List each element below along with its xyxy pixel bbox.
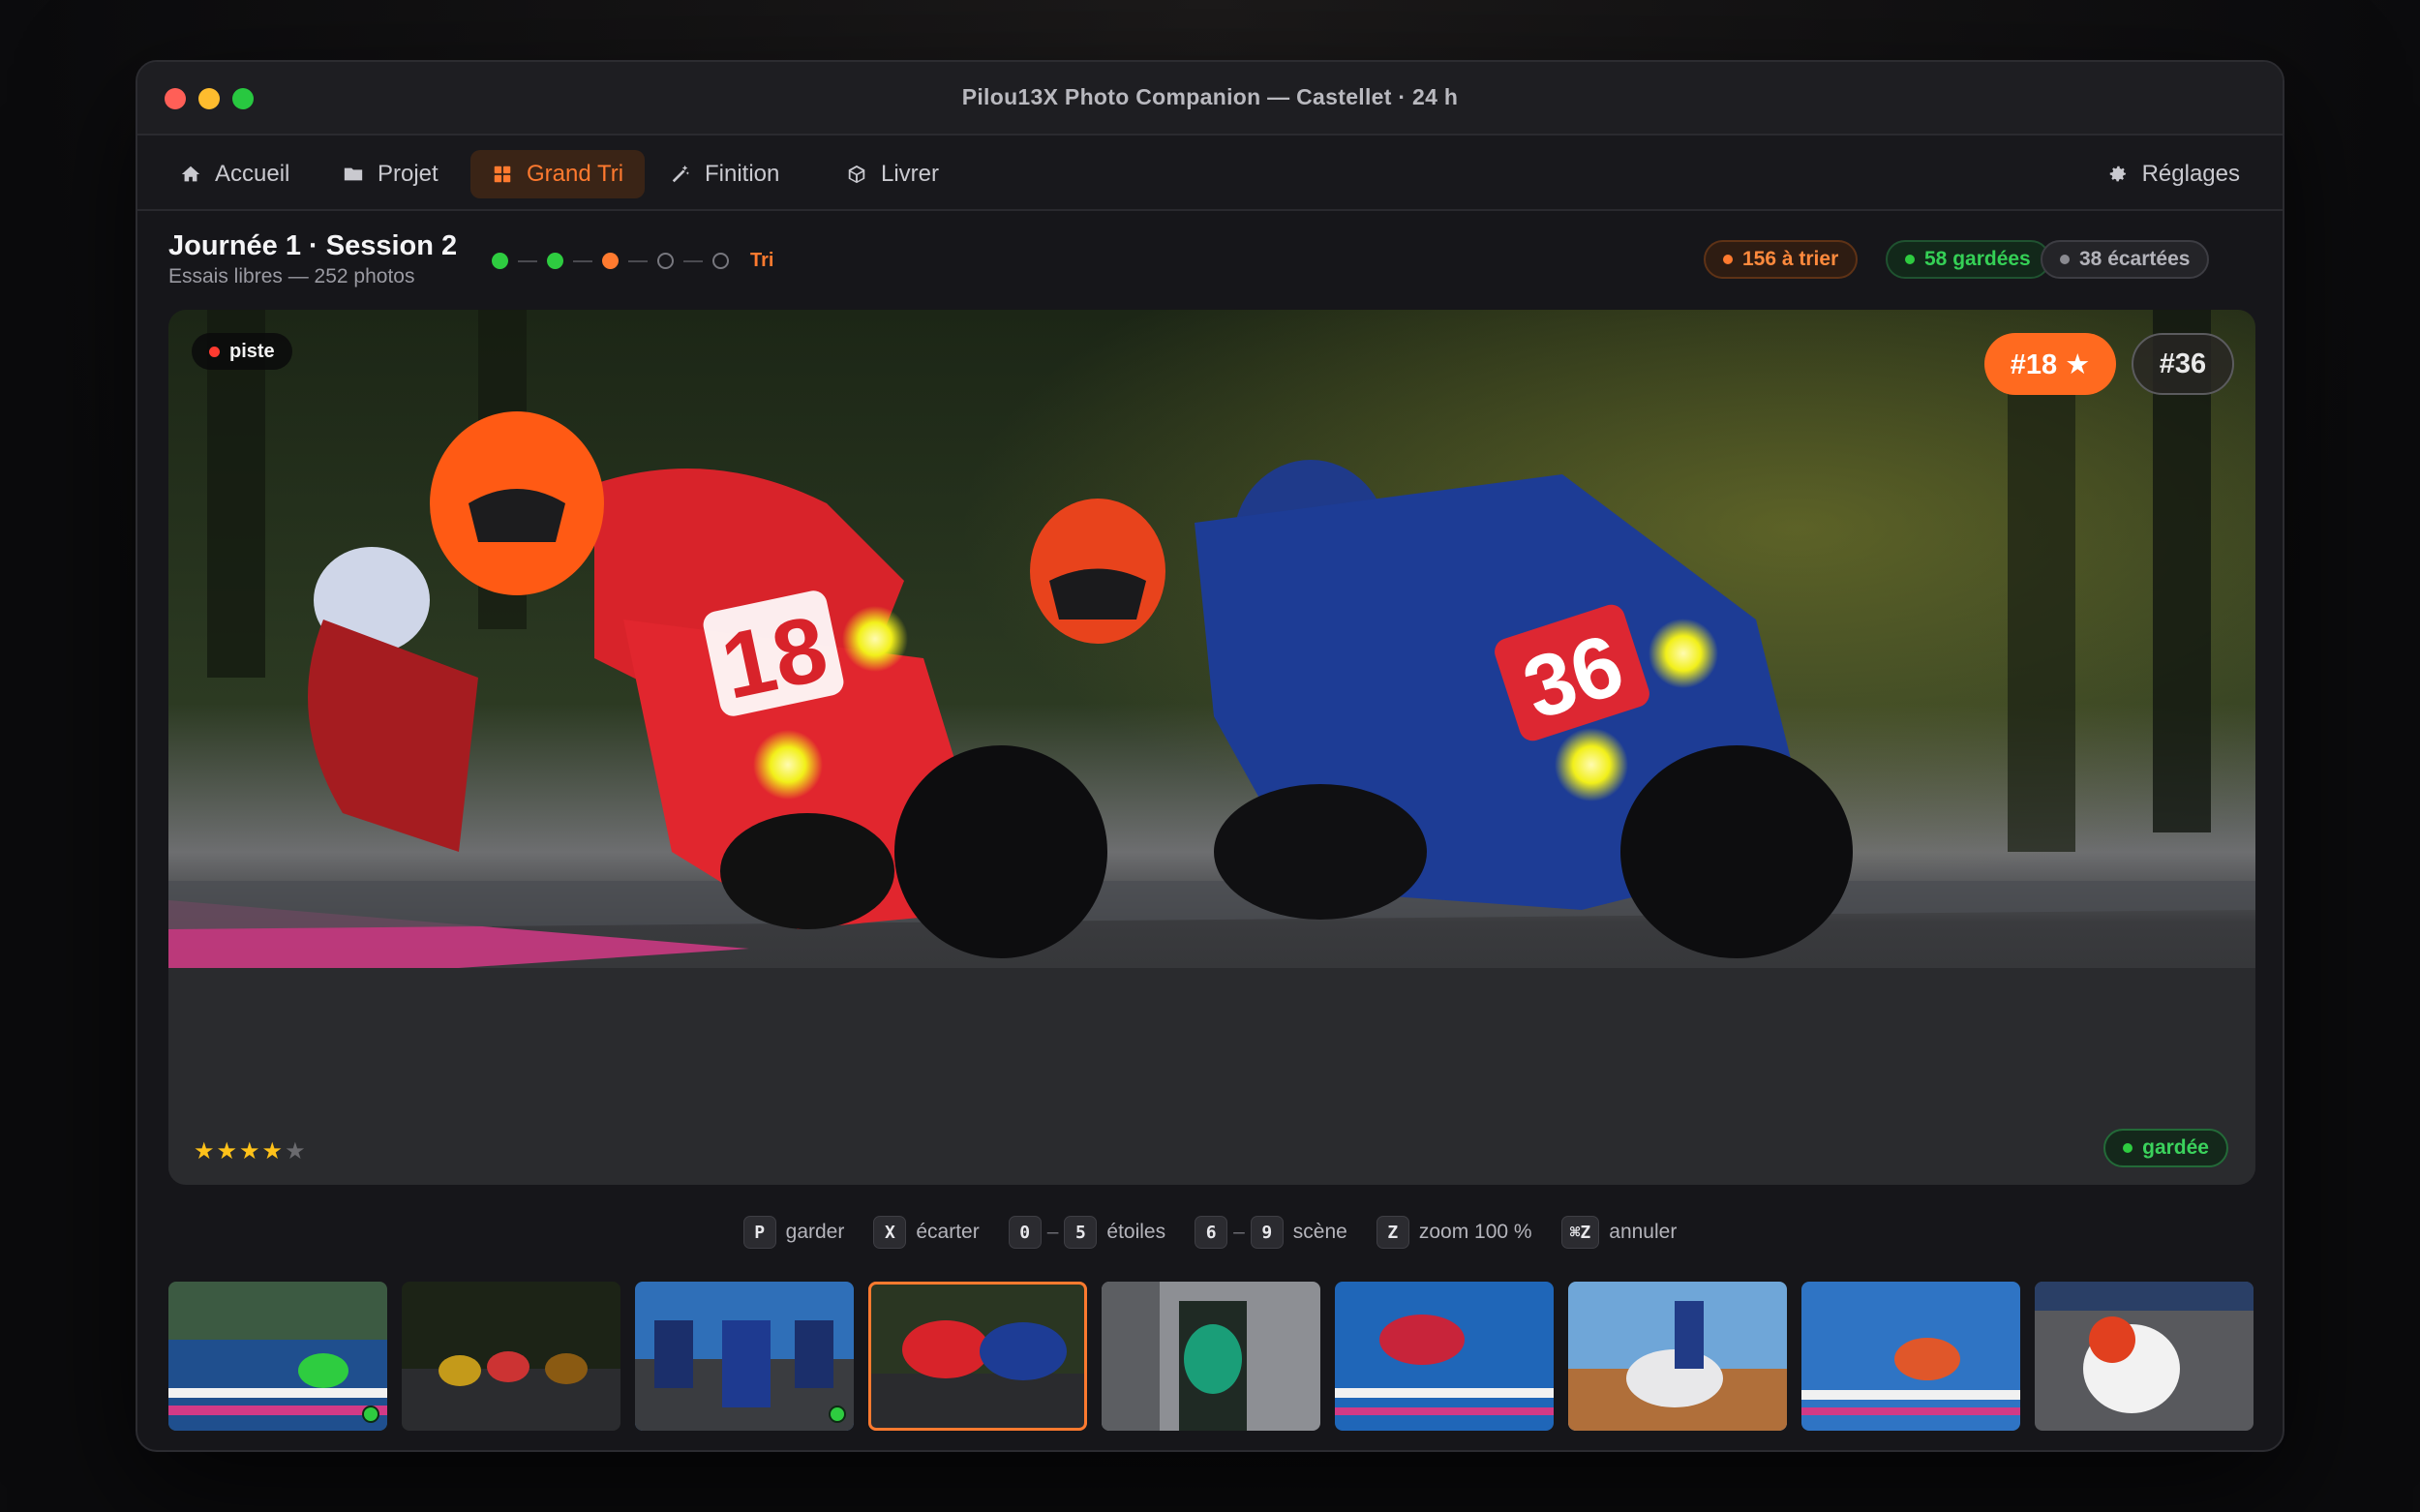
main-nav: Accueil Projet Grand Tri Finition Livrer… bbox=[137, 136, 2283, 211]
filmstrip-thumb[interactable] bbox=[1335, 1282, 1554, 1431]
gear-icon bbox=[2109, 166, 2126, 182]
star-icon[interactable]: ★ bbox=[262, 1138, 286, 1164]
key-cap: 6 bbox=[1195, 1216, 1228, 1249]
progress-step-done bbox=[547, 253, 563, 269]
scene-tag-label: piste bbox=[229, 340, 275, 362]
home-icon bbox=[181, 166, 200, 182]
filmstrip-thumb[interactable] bbox=[1801, 1282, 2020, 1431]
star-icon[interactable]: ★ bbox=[239, 1138, 262, 1164]
keyboard-shortcuts-bar: P garder X écarter 0 – 5 étoiles 6 – 9 s… bbox=[137, 1216, 2283, 1249]
tab-finition[interactable]: Finition bbox=[649, 150, 801, 198]
shortcut-scene: 6 – 9 scène bbox=[1195, 1216, 1347, 1249]
shortcut-stars: 0 – 5 étoiles bbox=[1008, 1216, 1166, 1249]
discarded-count-badge[interactable]: 38 écartées bbox=[2041, 240, 2210, 279]
scene-tag[interactable]: piste bbox=[192, 333, 292, 370]
settings-label: Réglages bbox=[2141, 161, 2240, 187]
progress-current-label: Tri bbox=[750, 250, 774, 271]
star-empty-icon[interactable]: ★ bbox=[285, 1138, 308, 1164]
settings-button[interactable]: Réglages bbox=[2086, 150, 2261, 198]
key-cap: 9 bbox=[1250, 1216, 1284, 1249]
status-label: gardée bbox=[2142, 1136, 2209, 1159]
status-badge: gardée bbox=[2103, 1129, 2228, 1167]
scene-tag-dot bbox=[209, 346, 220, 357]
progress-step-todo bbox=[712, 253, 729, 269]
progress-step-done bbox=[492, 253, 508, 269]
title-bar: Pilou13X Photo Companion — Castellet · 2… bbox=[137, 62, 2283, 136]
filmstrip-thumb[interactable] bbox=[2035, 1282, 2254, 1431]
subject-chip-36[interactable]: #36 bbox=[2132, 333, 2234, 395]
shortcut-label: étoiles bbox=[1106, 1221, 1166, 1243]
tab-grand-tri[interactable]: Grand Tri bbox=[470, 150, 646, 198]
folder-icon bbox=[344, 167, 363, 181]
tab-label: Grand Tri bbox=[527, 161, 624, 187]
shortcut-undo: ⌘Z annuler bbox=[1560, 1216, 1678, 1249]
filmstrip-thumb[interactable] bbox=[168, 1282, 387, 1431]
shortcut-keep: P garder bbox=[742, 1216, 845, 1249]
box-icon bbox=[848, 165, 865, 184]
key-cap: ⌘Z bbox=[1560, 1216, 1600, 1249]
shortcut-discard: X écarter bbox=[873, 1216, 980, 1249]
filmstrip-thumb[interactable] bbox=[635, 1282, 854, 1431]
shortcut-label: zoom 100 % bbox=[1418, 1221, 1532, 1243]
race-photo: 18 36 bbox=[168, 310, 2255, 1185]
filmstrip bbox=[168, 1282, 2255, 1431]
window-title: Pilou13X Photo Companion — Castellet · 2… bbox=[961, 84, 1459, 109]
key-cap: Z bbox=[1376, 1216, 1409, 1249]
star-rating[interactable]: ★★★★★ bbox=[194, 1137, 308, 1165]
magic-wand-icon bbox=[672, 165, 689, 183]
filmstrip-thumb[interactable] bbox=[402, 1282, 620, 1431]
main-photo-viewer[interactable]: 18 36 piste #18 ★ #36 ★★★★★ gardée bbox=[168, 310, 2255, 1185]
shortcut-zoom: Z zoom 100 % bbox=[1376, 1216, 1532, 1249]
tab-projet[interactable]: Projet bbox=[321, 150, 460, 198]
key-cap: 0 bbox=[1008, 1216, 1042, 1249]
star-icon[interactable]: ★ bbox=[217, 1138, 240, 1164]
app-window: Pilou13X Photo Companion — Castellet · 2… bbox=[136, 60, 2284, 1452]
kept-count-badge[interactable]: 58 gardées bbox=[1886, 240, 2050, 279]
kept-indicator bbox=[362, 1406, 379, 1423]
session-subtitle: Essais libres — 252 photos bbox=[168, 265, 415, 287]
kept-count: 58 gardées bbox=[1924, 248, 2031, 270]
shortcut-label: annuler bbox=[1609, 1221, 1678, 1243]
filmstrip-thumb-selected[interactable] bbox=[868, 1282, 1087, 1431]
progress-step-current bbox=[602, 253, 619, 269]
key-cap: X bbox=[873, 1216, 907, 1249]
grid-icon bbox=[494, 166, 511, 183]
shortcut-label: scène bbox=[1292, 1221, 1347, 1243]
shortcut-label: garder bbox=[785, 1221, 845, 1243]
star-icon[interactable]: ★ bbox=[194, 1138, 217, 1164]
discarded-count: 38 écartées bbox=[2079, 248, 2191, 270]
tab-accueil[interactable]: Accueil bbox=[159, 150, 311, 198]
progress-step-todo bbox=[657, 253, 674, 269]
to-sort-count: 156 à trier bbox=[1742, 248, 1839, 270]
subject-chip-18[interactable]: #18 ★ bbox=[1984, 333, 2116, 395]
tab-label: Finition bbox=[705, 161, 780, 187]
filmstrip-thumb[interactable] bbox=[1568, 1282, 1787, 1431]
tab-label: Livrer bbox=[881, 161, 940, 187]
shortcut-label: écarter bbox=[916, 1221, 980, 1243]
tab-livrer[interactable]: Livrer bbox=[825, 150, 960, 198]
key-cap: P bbox=[742, 1216, 776, 1249]
kept-indicator bbox=[829, 1406, 846, 1423]
tab-label: Accueil bbox=[215, 161, 290, 187]
to-sort-count-badge[interactable]: 156 à trier bbox=[1704, 240, 1859, 279]
filmstrip-thumb[interactable] bbox=[1102, 1282, 1320, 1431]
session-title: Journée 1 · Session 2 bbox=[168, 230, 458, 261]
key-cap: 5 bbox=[1064, 1216, 1098, 1249]
tab-label: Projet bbox=[378, 161, 439, 187]
plate-18: 18 bbox=[713, 596, 836, 719]
workflow-progress: Tri bbox=[492, 250, 773, 272]
